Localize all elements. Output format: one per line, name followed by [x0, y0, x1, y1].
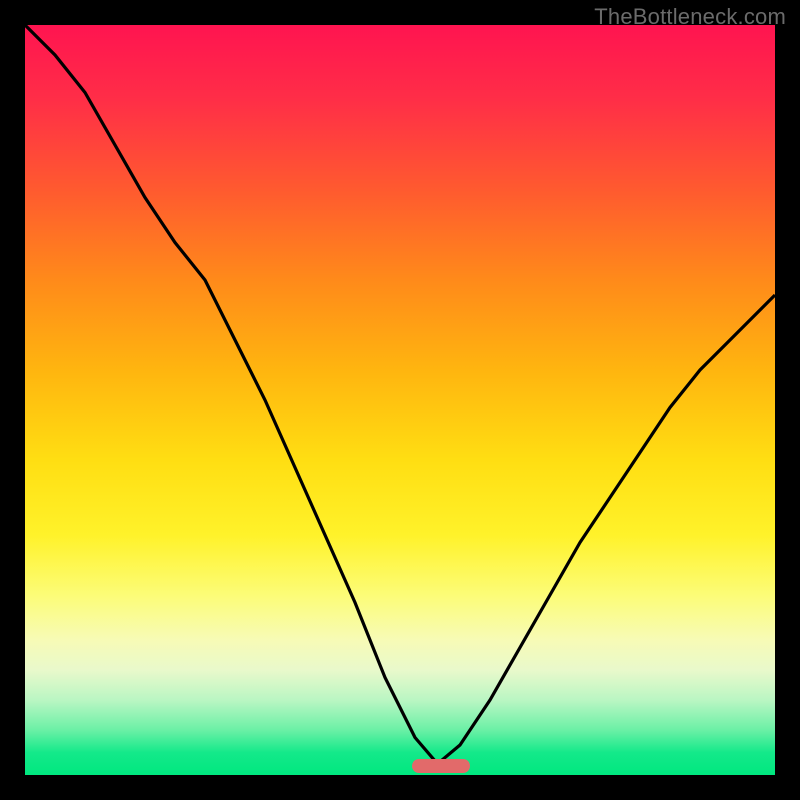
watermark-label: TheBottleneck.com	[594, 4, 786, 30]
minimum-marker	[412, 759, 470, 773]
curve-path	[25, 25, 775, 764]
bottleneck-curve	[25, 25, 775, 775]
chart-frame: TheBottleneck.com	[0, 0, 800, 800]
